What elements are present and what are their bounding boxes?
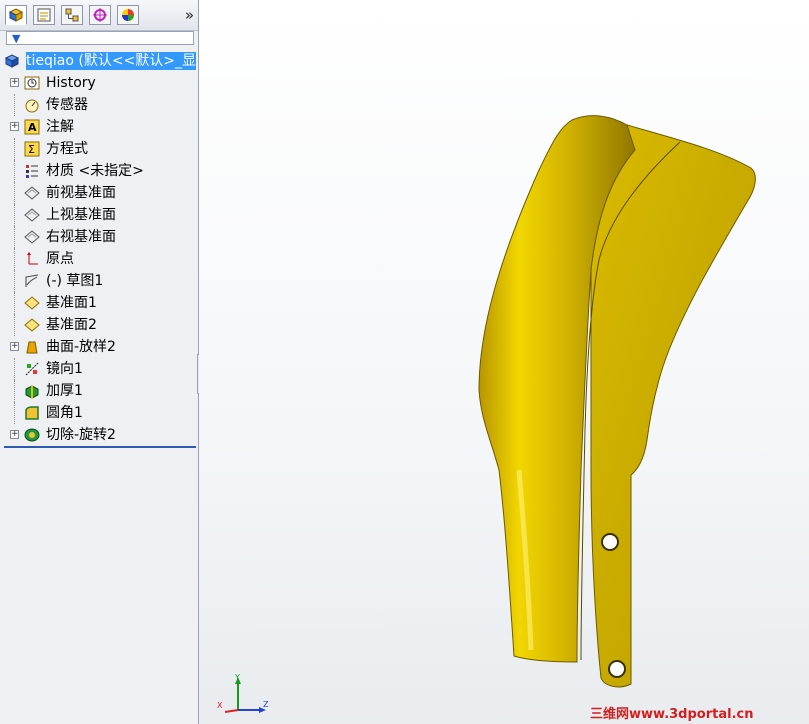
filter-icon[interactable]: ▼ (12, 32, 20, 45)
tree-item[interactable]: 材质 <未指定> (0, 160, 198, 182)
tree-item[interactable]: 右视基准面 (0, 226, 198, 248)
tree-item[interactable]: 镜向1 (0, 358, 198, 380)
equation-icon: Σ (24, 141, 40, 157)
tree-item-label: 切除-旋转2 (46, 427, 116, 443)
tree-item-label: History (46, 75, 96, 91)
tree-item[interactable]: + A 注解 (0, 116, 198, 138)
tree-item[interactable]: 加厚1 (0, 380, 198, 402)
tree-line (14, 226, 16, 248)
tree-item-label: 曲面-放样2 (46, 339, 116, 355)
dimxpert-icon (93, 8, 107, 22)
tree-item-label: 基准面1 (46, 295, 97, 311)
tree-item[interactable]: Σ 方程式 (0, 138, 198, 160)
more-tabs-chevron-icon[interactable]: » (185, 6, 194, 24)
expand-toggle[interactable]: + (10, 342, 19, 351)
tree-root-label: tieqiao (默认<<默认>_显 (26, 52, 196, 70)
annotation-icon: A (24, 119, 40, 135)
property-manager-tab[interactable] (33, 5, 55, 25)
tree-item-label: 镜向1 (46, 361, 83, 377)
part-icon (4, 54, 20, 68)
tree-item-label: 注解 (46, 119, 74, 135)
tree-line (14, 204, 16, 226)
plane-icon (24, 230, 40, 244)
tree-line (14, 314, 16, 336)
svg-text:A: A (28, 121, 37, 134)
tree-item[interactable]: 前视基准面 (0, 182, 198, 204)
tree-item-label: 原点 (46, 251, 74, 267)
plane-icon (24, 208, 40, 222)
tree-line (14, 270, 16, 292)
hole-upper (601, 533, 619, 551)
display-manager-tab[interactable] (117, 5, 139, 25)
display-manager-icon (122, 9, 134, 21)
fillet-icon (25, 406, 39, 420)
tree-item[interactable]: 上视基准面 (0, 204, 198, 226)
sensor-icon (25, 99, 39, 113)
tree-item[interactable]: 圆角1 (0, 402, 198, 424)
ref-plane-icon (24, 296, 40, 310)
tree-root-part[interactable]: tieqiao (默认<<默认>_显 (4, 52, 198, 70)
tree-line (14, 160, 16, 182)
view-triad: Y Z X (217, 673, 269, 713)
tree-item[interactable]: 基准面2 (0, 314, 198, 336)
feature-manager-panel: » ▼ tieqiao (默认<<默认>_显 + History 传感器 + A 注解 Σ 方… (0, 0, 199, 724)
feature-manager-tab[interactable] (5, 5, 27, 25)
configuration-manager-icon (65, 8, 79, 22)
tree-item-label: 方程式 (46, 141, 88, 157)
part-model[interactable] (199, 0, 809, 724)
tree-item[interactable]: 传感器 (0, 94, 198, 116)
tree-item[interactable]: (-) 草图1 (0, 270, 198, 292)
watermark: 三维网www.3dportal.cn (590, 707, 754, 722)
triad-y-label: Y (234, 673, 240, 682)
tree-item[interactable]: 原点 (0, 248, 198, 270)
surface-loft-icon (26, 341, 38, 354)
hole-lower (608, 660, 626, 678)
origin-icon (27, 252, 38, 265)
feature-manager-icon (8, 8, 24, 22)
cut-revolve-icon (24, 428, 40, 442)
sketch-icon (25, 274, 39, 287)
thicken-icon (25, 385, 39, 399)
expand-toggle[interactable]: + (10, 430, 19, 439)
tree-item-label: 材质 <未指定> (46, 163, 144, 179)
tree-item-label: (-) 草图1 (46, 273, 104, 289)
tree-item[interactable]: + 曲面-放样2 (0, 336, 198, 358)
material-icon (26, 165, 38, 178)
tree-item-label: 上视基准面 (46, 207, 116, 223)
tree-line (14, 248, 16, 270)
tree-item-label: 前视基准面 (46, 185, 116, 201)
plane-icon (24, 186, 40, 200)
panel-tabs: » (0, 0, 198, 31)
graphics-viewport[interactable] (199, 0, 809, 724)
configuration-manager-tab[interactable] (61, 5, 83, 25)
tree-item-label: 基准面2 (46, 317, 97, 333)
tree-line (14, 138, 16, 160)
mirror-icon (25, 362, 39, 376)
tree-line (14, 292, 16, 314)
tree-line (14, 380, 16, 402)
tree-line (14, 94, 16, 116)
rollback-bar[interactable] (4, 446, 196, 448)
tree-line (14, 358, 16, 380)
tree-item[interactable]: 基准面1 (0, 292, 198, 314)
history-icon (24, 76, 40, 90)
tree-item-label: 加厚1 (46, 383, 83, 399)
ref-plane-icon (24, 318, 40, 332)
property-manager-icon (37, 8, 51, 22)
svg-text:Σ: Σ (28, 143, 35, 156)
filter-input[interactable]: ▼ (6, 31, 194, 45)
expand-toggle[interactable]: + (10, 122, 19, 131)
tree-line (14, 182, 16, 204)
tree-line (14, 402, 16, 424)
tree-item[interactable]: + 切除-旋转2 (0, 424, 198, 446)
triad-x-label: X (217, 701, 223, 710)
tree-item-label: 圆角1 (46, 405, 83, 421)
triad-z-label: Z (263, 700, 269, 709)
dimxpert-tab[interactable] (89, 5, 111, 25)
tree-item[interactable]: + History (0, 72, 198, 94)
expand-toggle[interactable]: + (10, 78, 19, 87)
tree-item-label: 右视基准面 (46, 229, 116, 245)
tree-item-label: 传感器 (46, 97, 88, 113)
